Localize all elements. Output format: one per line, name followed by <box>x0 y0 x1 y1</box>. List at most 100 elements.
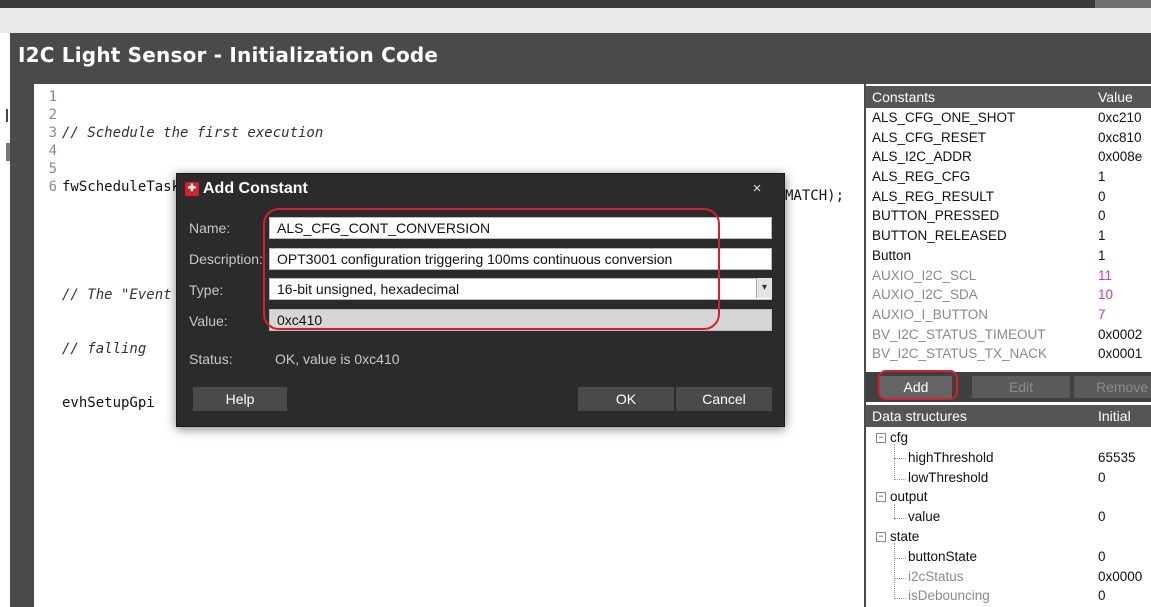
gutter-mark <box>6 109 8 122</box>
constant-value: 0x0002 <box>1098 326 1143 342</box>
tree-leaf-value: 0 <box>1098 548 1106 564</box>
constant-row[interactable]: BV_I2C_STATUS_TX_NACK 0x0001 <box>866 344 1151 364</box>
constant-row[interactable]: ALS_CFG_ONE_SHOT 0xc210 <box>866 108 1151 128</box>
ok-button[interactable]: OK <box>578 387 674 411</box>
tree-leaf[interactable]: i2cStatus 0x0000 <box>866 567 1151 587</box>
code-line-tail[interactable]: MATCH); <box>785 187 844 205</box>
tree-connector <box>894 598 906 599</box>
constant-row[interactable]: ALS_CFG_RESET 0xc810 <box>866 128 1151 148</box>
constant-value: 0x0001 <box>1098 346 1143 362</box>
constant-value: 1 <box>1098 247 1106 263</box>
constant-name: AUXIO_I_BUTTON <box>872 306 989 322</box>
tree-leaf[interactable]: buttonState 0 <box>866 547 1151 567</box>
constant-row[interactable]: BV_I2C_STATUS_TIMEOUT 0x0002 <box>866 325 1151 345</box>
tree-connector <box>894 578 906 579</box>
tree-leaf-value: 0x0000 <box>1098 568 1143 584</box>
tree-node-state[interactable]: − state <box>866 527 1151 547</box>
tree-leaf-label: i2cStatus <box>908 568 964 584</box>
constant-row[interactable]: ALS_I2C_ADDR 0x008e <box>866 147 1151 167</box>
constant-name: ALS_REG_CFG <box>872 169 971 185</box>
status-value: OK, value is 0xc410 <box>275 351 400 367</box>
constants-header-value: Value <box>1098 89 1133 105</box>
tree-leaf-label: isDebouncing <box>908 588 990 604</box>
tree-leaf[interactable]: isDebouncing 0 <box>866 586 1151 606</box>
window-top-band <box>0 0 1151 8</box>
tree-leaf[interactable]: highThreshold 65535 <box>866 448 1151 468</box>
constants-header-name: Constants <box>872 89 936 105</box>
tree-leaf-value: 0 <box>1098 469 1106 485</box>
constant-row[interactable]: ALS_REG_RESULT 0 <box>866 187 1151 207</box>
collapse-toggle-icon[interactable]: − <box>876 433 886 443</box>
help-button[interactable]: Help <box>193 387 287 411</box>
tree-connector <box>894 458 906 459</box>
tree-leaf-value: 0 <box>1098 588 1106 604</box>
constants-list: ALS_CFG_ONE_SHOT 0xc210 ALS_CFG_RESET 0xc8… <box>866 108 1151 364</box>
tree-connector <box>894 543 895 599</box>
collapse-toggle-icon[interactable]: − <box>876 531 886 542</box>
close-icon[interactable]: × <box>747 180 767 197</box>
constant-name: BUTTON_PRESSED <box>872 208 1000 224</box>
cancel-button[interactable]: Cancel <box>676 387 772 411</box>
tree-connector <box>894 558 906 559</box>
collapse-toggle-icon[interactable]: − <box>876 492 886 503</box>
tree-node-label: output <box>890 489 928 505</box>
description-label: Description: <box>189 251 263 267</box>
tree-node-cfg[interactable]: − cfg <box>866 428 1151 448</box>
add-button-highlight <box>878 370 958 400</box>
tree-leaf-value: 65535 <box>1098 449 1136 465</box>
tree-node-output[interactable]: − output <box>866 487 1151 507</box>
constant-value: 1 <box>1098 228 1106 244</box>
tree-leaf[interactable]: lowThreshold 0 <box>866 468 1151 488</box>
line-number: 2 <box>48 107 57 123</box>
constant-name: ALS_I2C_ADDR <box>872 149 972 165</box>
window-top-band-right <box>1095 0 1151 8</box>
constant-name: ALS_CFG_ONE_SHOT <box>872 110 1016 125</box>
constant-name: AUXIO_I2C_SCL <box>872 267 977 283</box>
data-structures-header-name: Data structures <box>872 408 967 424</box>
tree-leaf[interactable]: value 0 <box>866 507 1151 527</box>
constant-name: AUXIO_I2C_SDA <box>872 287 978 303</box>
constant-name: Button <box>872 247 912 263</box>
constant-value: 0x008e <box>1098 149 1143 165</box>
dialog-title-bar[interactable]: ✚ Add Constant × <box>177 174 784 204</box>
constant-name: BUTTON_RELEASED <box>872 228 1007 244</box>
constants-header: Constants Value <box>866 86 1151 108</box>
line-number: 1 <box>48 89 57 105</box>
top-toolbar-strip <box>0 0 1151 33</box>
constant-name: BV_I2C_STATUS_TIMEOUT <box>872 326 1046 342</box>
tree-connector <box>894 444 895 480</box>
constant-value: 0 <box>1098 188 1106 204</box>
value-label: Value: <box>189 313 228 329</box>
remove-button[interactable]: Remove <box>1074 376 1151 398</box>
constant-row[interactable]: BUTTON_RELEASED 1 <box>866 226 1151 246</box>
tree-connector <box>894 518 906 519</box>
line-number: 4 <box>48 143 57 159</box>
ti-logo-icon: ✚ <box>185 182 199 196</box>
constant-row[interactable]: BUTTON_PRESSED 0 <box>866 206 1151 226</box>
edit-button[interactable]: Edit <box>972 376 1070 398</box>
tree-connector <box>894 479 906 480</box>
tree-leaf-label: value <box>908 509 941 525</box>
constant-row[interactable]: Button 1 <box>866 246 1151 266</box>
status-label: Status: <box>189 351 233 367</box>
panel-title: I2C Light Sensor - Initialization Code <box>18 43 439 67</box>
code-line[interactable]: // Schedule the first execution <box>62 124 601 142</box>
constant-row[interactable]: AUXIO_I2C_SCL 11 <box>866 266 1151 286</box>
constant-row[interactable]: AUXIO_I_BUTTON 7 <box>866 305 1151 325</box>
left-gutter <box>0 33 10 607</box>
chevron-down-icon[interactable]: ▾ <box>756 278 772 298</box>
line-number: 3 <box>48 125 57 141</box>
constant-row[interactable]: ALS_REG_CFG 1 <box>866 167 1151 187</box>
tree-node-label: cfg <box>890 430 909 445</box>
name-label: Name: <box>189 220 231 236</box>
tree-leaf-label: lowThreshold <box>908 469 989 485</box>
constant-value: 1 <box>1098 169 1106 185</box>
constant-value: 0xc210 <box>1098 110 1142 125</box>
constant-row[interactable]: AUXIO_I2C_SDA 10 <box>866 285 1151 305</box>
constant-name: ALS_CFG_RESET <box>872 129 987 145</box>
constant-value: 7 <box>1098 306 1106 322</box>
tree-node-label: state <box>890 528 920 544</box>
constant-name: ALS_REG_RESULT <box>872 188 995 204</box>
constant-value: 0 <box>1098 208 1106 224</box>
data-structures-header-value: Initial <box>1098 408 1131 424</box>
